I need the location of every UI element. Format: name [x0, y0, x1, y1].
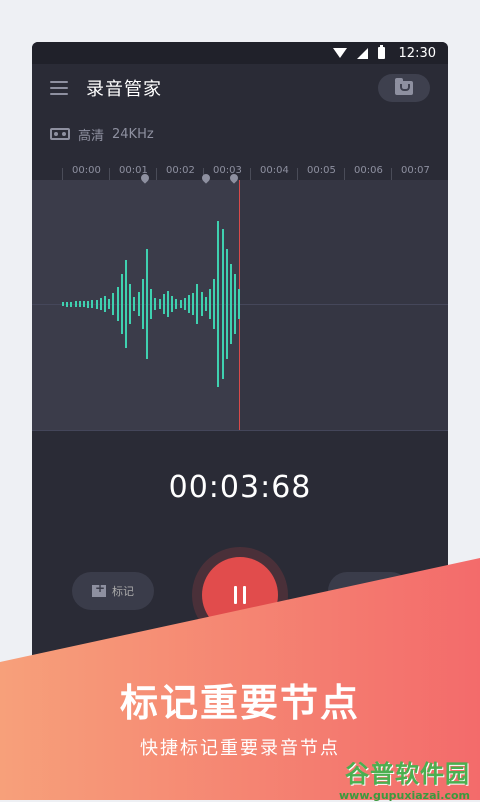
- waveform-bar: [91, 300, 94, 308]
- waveform-bar: [158, 299, 161, 309]
- waveform-bar: [87, 300, 90, 308]
- waveform-bar: [162, 294, 165, 314]
- menu-icon[interactable]: [50, 81, 68, 95]
- toolbar: 录音管家: [32, 64, 448, 112]
- waveform-bar: [78, 301, 81, 307]
- waveform-bar: [167, 291, 169, 317]
- waveform-bar: [204, 297, 207, 311]
- waveform-bar: [209, 289, 211, 319]
- pause-button-halo: [192, 547, 288, 643]
- waveform-bar: [154, 298, 157, 310]
- waveform-bar: [234, 274, 237, 334]
- phone-screen: 12:30 录音管家 高清 24KHz 00:00 00:01 00:02 00:03…: [32, 42, 448, 682]
- tick-label: 00:02: [166, 165, 195, 176]
- folder-icon: [395, 78, 413, 95]
- tick-line: [344, 168, 345, 180]
- cassette-icon: [50, 128, 70, 140]
- waveform-bar: [188, 295, 190, 313]
- waveform-bar: [74, 301, 77, 307]
- quality-info: 高清 24KHz: [32, 112, 448, 156]
- waveform-bar: [133, 297, 136, 311]
- tick-label: 00:05: [307, 165, 336, 176]
- waveform-bar: [83, 301, 85, 307]
- signal-icon: [356, 47, 368, 59]
- tick-line: [156, 168, 157, 180]
- waveform-bar: [146, 249, 148, 359]
- waveform-bar: [183, 298, 186, 310]
- tick-line: [109, 168, 110, 180]
- mark-button[interactable]: 标记: [72, 572, 154, 610]
- waveform-bar: [95, 299, 98, 309]
- waveform-bar: [221, 229, 224, 379]
- recordings-folder-button[interactable]: [378, 74, 430, 102]
- waveform-bar: [192, 293, 195, 315]
- tick-label: 00:07: [401, 165, 430, 176]
- waveform-bar: [70, 301, 73, 307]
- waveform-bar: [137, 292, 140, 316]
- tick-line: [391, 168, 392, 180]
- promo-headline: 标记重要节点: [119, 681, 360, 725]
- tick-line: [62, 168, 63, 180]
- app-title: 录音管家: [86, 79, 162, 100]
- waveform-bar: [120, 274, 123, 334]
- tick-label: 00:03: [213, 165, 242, 176]
- flag-plus-icon: [92, 581, 106, 597]
- waveform-bar: [129, 284, 132, 324]
- quality-label: 高清: [78, 128, 105, 144]
- watermark-url: www.gupuxiazai.com: [339, 789, 470, 802]
- waveform-bar: [171, 296, 174, 312]
- tick-label: 00:04: [260, 165, 289, 176]
- watermark-name: 谷普软件园: [345, 760, 470, 788]
- recording-timer: 00:03:68: [168, 470, 312, 505]
- tick-line: [297, 168, 298, 180]
- waveform-bar: [66, 301, 69, 307]
- waveform-bar: [196, 284, 199, 324]
- waveform-bar: [62, 302, 64, 306]
- waveform-bar: [108, 299, 111, 309]
- waveform-bar: [230, 264, 232, 344]
- waveform-area[interactable]: 00:00 00:01 00:02 00:03 00:04 00:05 00:06 00:07: [32, 162, 448, 431]
- status-bar: 12:30: [32, 42, 448, 64]
- waveform-bar: [225, 249, 228, 359]
- timeline-ruler: 00:00 00:01 00:02 00:03 00:04 00:05 00:06 00:07: [32, 162, 448, 181]
- waveform-bar: [179, 300, 182, 308]
- waveform-bar: [125, 260, 127, 348]
- pause-button[interactable]: [202, 557, 278, 633]
- waveform-bar: [116, 287, 119, 321]
- waveform-bar: [217, 221, 220, 387]
- wifi-icon: [332, 48, 347, 58]
- waveform-bar: [238, 289, 241, 319]
- status-time: 12:30: [398, 45, 436, 61]
- waveform-bar: [99, 298, 102, 310]
- tick-label: 00:00: [72, 165, 101, 176]
- waveform-canvas: [32, 172, 448, 431]
- waveform-bar: [175, 299, 178, 309]
- pause-icon: [234, 586, 237, 604]
- waveform-bar: [200, 292, 203, 316]
- tick-line: [250, 168, 251, 180]
- waveform-bar: [104, 296, 106, 312]
- battery-icon: [377, 45, 385, 59]
- recordings-list-button[interactable]: [328, 572, 410, 610]
- tick-label: 00:06: [354, 165, 383, 176]
- mark-button-label: 标记: [112, 585, 134, 598]
- waveform-bar: [141, 279, 144, 329]
- waveform-bar: [112, 293, 115, 315]
- waveform-bar: [213, 279, 216, 329]
- watermark: 谷普软件园 www.gupuxiazai.com: [339, 754, 470, 802]
- waveform-bar: [150, 289, 153, 319]
- sample-rate: 24KHz: [112, 126, 154, 142]
